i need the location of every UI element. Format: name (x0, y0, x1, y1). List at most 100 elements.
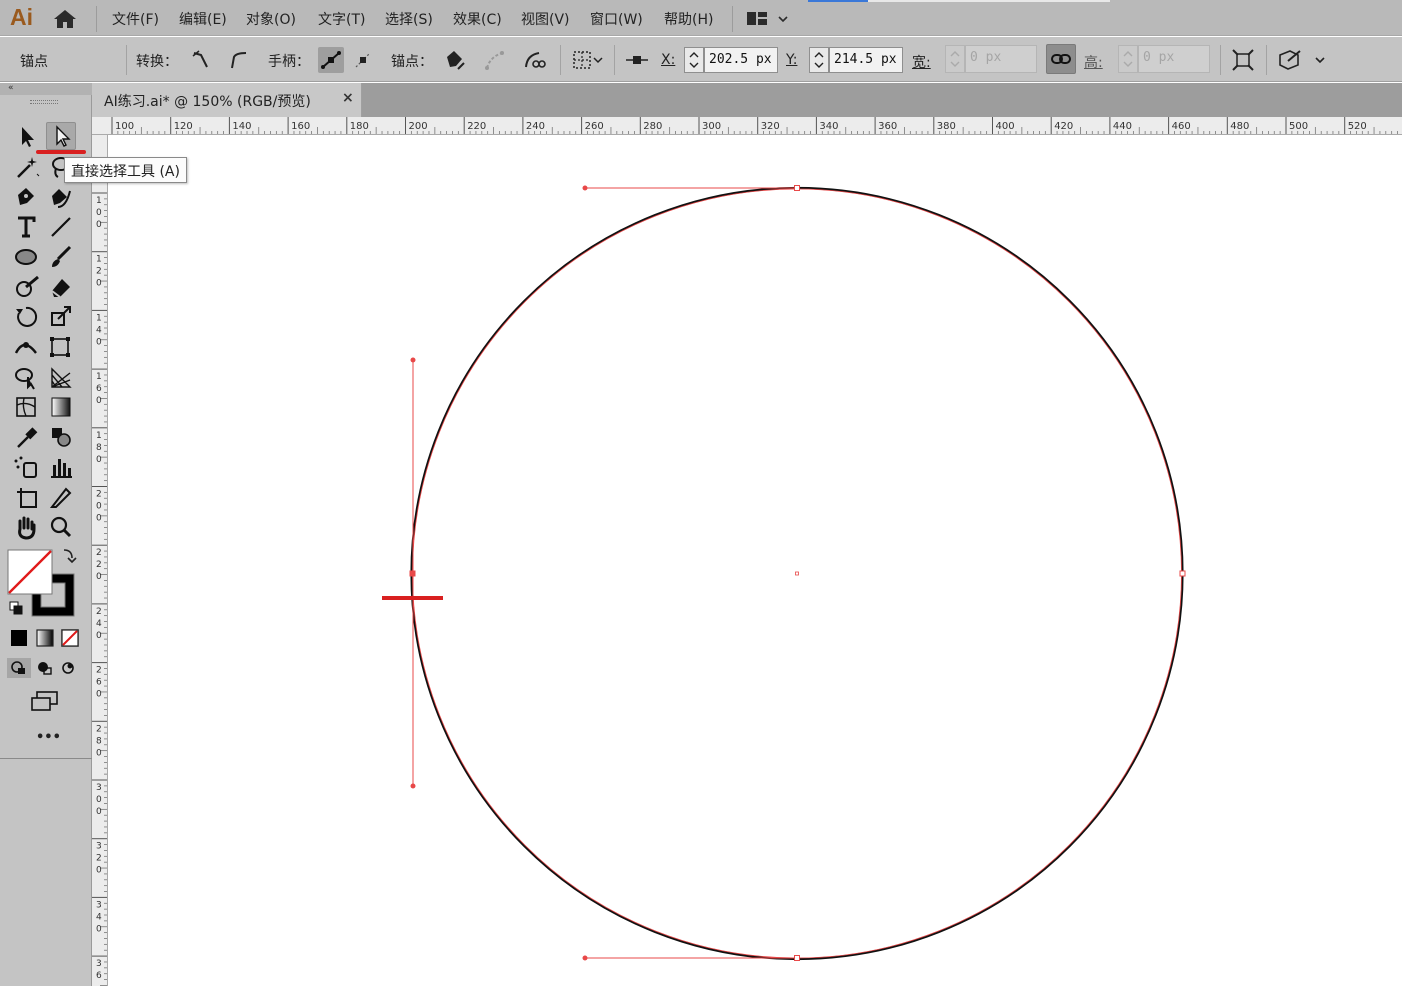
pen-tool-icon[interactable] (12, 183, 42, 211)
ruler-label: 0 (96, 631, 102, 641)
menu-view[interactable]: 视图(V) (521, 9, 570, 29)
menu-help[interactable]: 帮助(H) (664, 9, 713, 29)
ruler-label: 6 (96, 971, 102, 981)
handles-label: 手柄： (268, 54, 310, 70)
hide-handles-icon[interactable] (350, 47, 376, 73)
control-bar: 锚点 转换： 手柄： 锚点： X: 202.5 px Y: 214.5 px 宽… (0, 37, 1402, 82)
blend-tool-icon[interactable] (46, 423, 76, 451)
ruler-label: 500 (1289, 121, 1308, 132)
menu-edit[interactable]: 编辑(E) (179, 9, 227, 29)
document-tab[interactable]: AI练习.ai* @ 150% (RGB/预览) × (92, 83, 362, 117)
menu-object[interactable]: 对象(O) (246, 9, 296, 29)
fill-stroke-swatches[interactable] (4, 546, 88, 620)
perspective-grid-tool-icon[interactable] (46, 363, 76, 391)
type-tool-icon[interactable] (12, 213, 42, 241)
panel-grip[interactable] (30, 100, 58, 104)
menu-effect[interactable]: 效果(C) (453, 9, 502, 29)
y-spinner[interactable] (809, 47, 829, 73)
close-tab-icon[interactable]: × (342, 90, 354, 106)
width-label: 宽: (912, 55, 931, 71)
color-mode-buttons[interactable] (8, 628, 84, 648)
ruler-label: 3 (96, 783, 102, 793)
paintbrush-tool-icon[interactable] (46, 243, 76, 271)
spinner-arrows-icon (950, 51, 960, 67)
menu-separator (96, 6, 97, 32)
slice-tool-icon[interactable] (46, 483, 76, 511)
ruler-label: 400 (996, 121, 1015, 132)
artboard-canvas[interactable] (108, 135, 1402, 986)
link-icon (1051, 54, 1071, 64)
ruler-label: 1 (96, 255, 102, 265)
ruler-label: 2 (96, 548, 102, 558)
eraser-tool-icon[interactable] (46, 273, 76, 301)
remove-anchor-icon[interactable] (442, 47, 468, 73)
control-separator (126, 45, 127, 75)
direct-selection-tool-button[interactable] (46, 122, 76, 150)
shape-builder-tool-icon[interactable] (12, 363, 42, 391)
hand-tool-icon[interactable] (12, 513, 42, 541)
home-icon[interactable] (52, 8, 78, 30)
menu-window[interactable]: 窗口(W) (590, 9, 643, 29)
ruler-label: 2 (96, 724, 102, 734)
spinner-arrows-icon (814, 52, 824, 68)
ruler-label: 280 (643, 121, 662, 132)
ruler-label: 2 (96, 560, 102, 570)
convert-to-smooth-icon[interactable] (226, 47, 252, 73)
x-field[interactable]: 202.5 px (704, 47, 778, 73)
curvature-tool-icon[interactable] (46, 183, 76, 211)
ruler-label: 380 (937, 121, 956, 132)
transform-icon[interactable] (1230, 47, 1256, 73)
align-options-icon[interactable] (570, 47, 606, 73)
ruler-label: 300 (702, 121, 721, 132)
magic-wand-tool-icon[interactable] (12, 153, 42, 181)
free-transform-tool-icon[interactable] (46, 333, 76, 361)
y-field[interactable]: 214.5 px (829, 47, 903, 73)
isolate-object-icon[interactable] (1276, 47, 1332, 73)
column-graph-tool-icon[interactable] (46, 453, 76, 481)
width-field: 0 px (965, 45, 1037, 73)
artboard-tool-icon[interactable] (12, 483, 42, 511)
symbol-sprayer-tool-icon[interactable] (12, 453, 42, 481)
ruler-label: 440 (1113, 121, 1132, 132)
cut-path-icon[interactable] (521, 47, 547, 73)
ruler-label: 6 (96, 678, 102, 688)
shaper-tool-icon[interactable] (12, 273, 42, 301)
tools-panel-header[interactable]: « (0, 83, 92, 95)
reference-point-icon[interactable] (624, 47, 650, 73)
ruler-label: 0 (96, 455, 102, 465)
menu-file[interactable]: 文件(F) (112, 9, 159, 29)
ruler-label: 0 (96, 514, 102, 524)
vertical-ruler[interactable]: 1 0 0 1 2 0 1 4 0 1 6 0 1 8 0 2 0 0 2 2 0 2 4 0 2 6 0 2 8 0 3 0 0 3 2 0 3 4 0 3… (92, 135, 108, 986)
zoom-tool-icon[interactable] (46, 513, 76, 541)
constrain-proportions-button[interactable] (1046, 44, 1076, 74)
workspace-switcher-icon[interactable] (746, 10, 792, 28)
ellipse-tool-icon[interactable] (12, 243, 42, 271)
horizontal-ruler[interactable]: 100 120 140 160 180 200 220 240 260 280 300 320 340 3… (92, 117, 1402, 135)
line-segment-tool-icon[interactable] (46, 213, 76, 241)
ruler-label: 2 (96, 854, 102, 864)
show-handles-icon[interactable] (318, 47, 344, 73)
height-field: 0 px (1138, 45, 1210, 73)
selection-tool-icon[interactable] (12, 122, 42, 150)
mesh-tool-icon[interactable] (12, 393, 42, 421)
convert-to-corner-icon[interactable] (188, 47, 214, 73)
ruler-label: 8 (96, 443, 102, 453)
ruler-label: 2 (96, 490, 102, 500)
rotate-tool-icon[interactable] (12, 303, 42, 331)
change-screen-mode-icon[interactable] (30, 690, 60, 712)
x-spinner[interactable] (684, 47, 704, 73)
menu-type[interactable]: 文字(T) (318, 9, 365, 29)
ruler-label: 200 (409, 121, 428, 132)
edit-toolbar-icon[interactable]: ••• (36, 730, 61, 745)
scale-tool-icon[interactable] (46, 303, 76, 331)
menu-select[interactable]: 选择(S) (385, 9, 433, 29)
width-tool-icon[interactable] (12, 333, 42, 361)
control-separator (1220, 45, 1221, 75)
ruler-label: 2 (96, 267, 102, 277)
eyedropper-tool-icon[interactable] (12, 423, 42, 451)
ruler-label: 1 (96, 431, 102, 441)
tool-tooltip: 直接选择工具 (A) (64, 157, 187, 183)
document-tab-title: AI练习.ai* @ 150% (RGB/预览) (104, 94, 311, 110)
gradient-tool-icon[interactable] (46, 393, 76, 421)
drawing-modes[interactable] (6, 657, 84, 679)
